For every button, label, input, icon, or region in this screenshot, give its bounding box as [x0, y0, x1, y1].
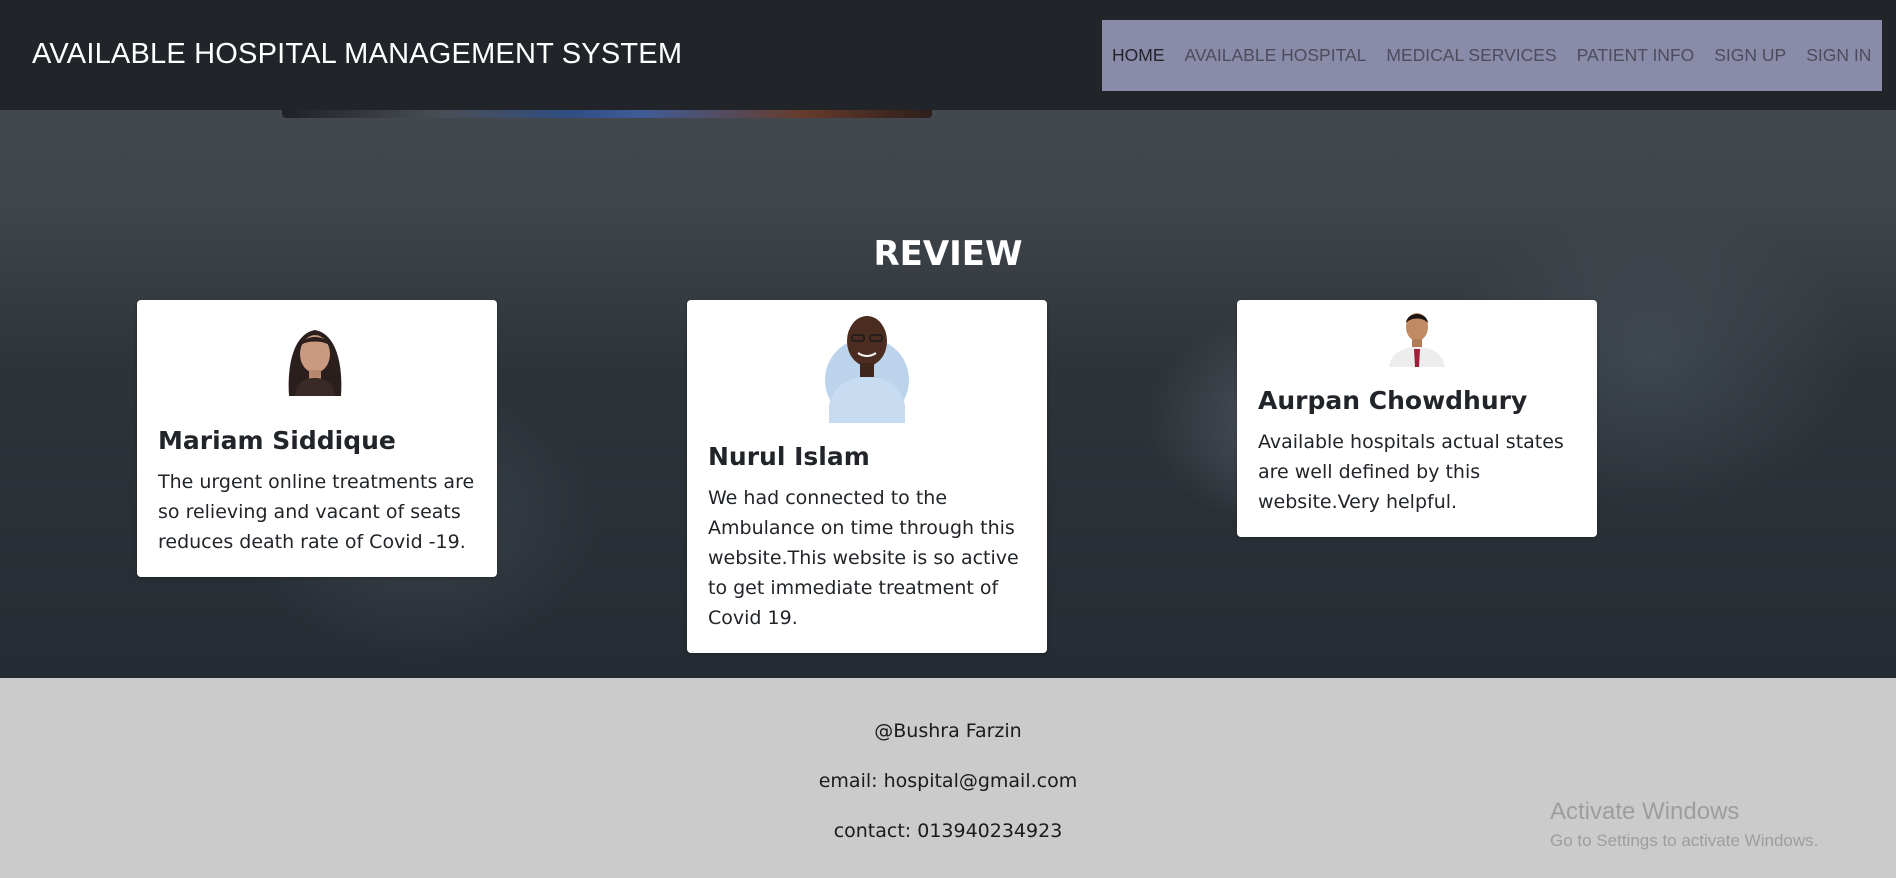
reviewer-name: Nurul Islam [708, 442, 870, 471]
avatar [1385, 305, 1449, 367]
nav-menu: HOME AVAILABLE HOSPITAL MEDICAL SERVICES… [1102, 20, 1882, 91]
review-text: Available hospitals actual states are we… [1258, 431, 1564, 513]
footer-email: email: hospital@gmail.com [818, 770, 1078, 792]
reviewer-name: Mariam Siddique [158, 426, 396, 455]
avatar [275, 316, 355, 396]
navbar-brand[interactable]: AVAILABLE HOSPITAL MANAGEMENT SYSTEM [32, 38, 682, 71]
review-text: The urgent online treatments are so reli… [158, 471, 475, 553]
activate-windows-watermark: Activate Windows [1550, 798, 1740, 825]
reviewer-name: Aurpan Chowdhury [1258, 386, 1528, 415]
review-card: Aurpan Chowdhury Available hospitals act… [1237, 300, 1597, 537]
nav-item-available-hospital[interactable]: AVAILABLE HOSPITAL [1185, 45, 1367, 66]
nav-item-home[interactable]: HOME [1112, 45, 1165, 66]
nav-item-medical-services[interactable]: MEDICAL SERVICES [1386, 45, 1556, 66]
navbar: AVAILABLE HOSPITAL MANAGEMENT SYSTEM HOM… [0, 0, 1896, 110]
review-card: Nurul Islam We had connected to the Ambu… [687, 300, 1047, 653]
avatar [824, 305, 910, 423]
nav-item-patient-info[interactable]: PATIENT INFO [1577, 45, 1695, 66]
nav-item-sign-up[interactable]: SIGN UP [1714, 45, 1786, 66]
activate-windows-hint: Go to Settings to activate Windows. [1550, 831, 1819, 850]
review-text: We had connected to the Ambulance on tim… [708, 487, 1019, 629]
review-card: Mariam Siddique The urgent online treatm… [137, 300, 497, 577]
nav-item-sign-in[interactable]: SIGN IN [1806, 45, 1871, 66]
footer-author: @Bushra Farzin [874, 720, 1022, 742]
review-heading: REVIEW [873, 234, 1023, 274]
